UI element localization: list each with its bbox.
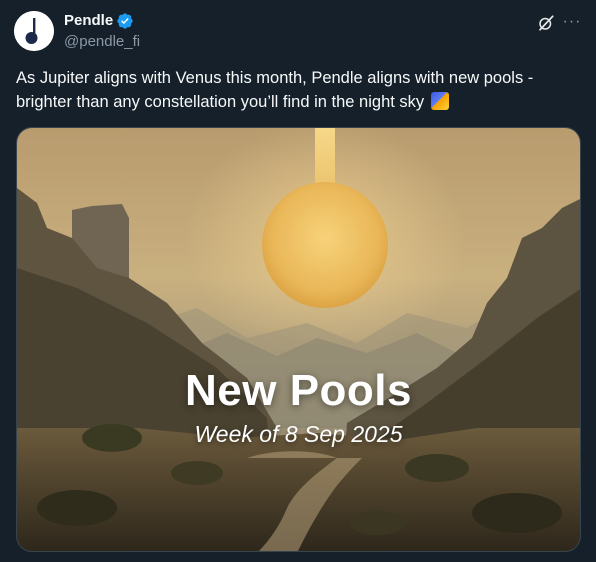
author-name[interactable]: Pendle [64,11,113,31]
pendle-logo-icon [14,11,54,51]
author-handle[interactable]: @pendle_fi [64,32,140,52]
tweet-text: As Jupiter aligns with Venus this month,… [16,66,586,114]
landscape-illustration [17,128,580,551]
media-subtitle: Week of 8 Sep 2025 [194,421,403,447]
author-avatar[interactable] [14,11,54,51]
tweet-body: As Jupiter aligns with Venus this month,… [16,69,534,111]
grok-button[interactable] [536,13,556,33]
media-title: New Pools [185,366,412,415]
shooting-star-emoji-icon [430,92,449,110]
author-name-row[interactable]: Pendle [64,11,134,31]
grok-icon [539,15,554,31]
more-options-button[interactable]: ··· [561,11,583,33]
tweet-media-image[interactable]: New Pools Week of 8 Sep 2025 [16,127,581,552]
verified-badge-icon [116,12,134,30]
more-icon: ··· [562,13,582,30]
